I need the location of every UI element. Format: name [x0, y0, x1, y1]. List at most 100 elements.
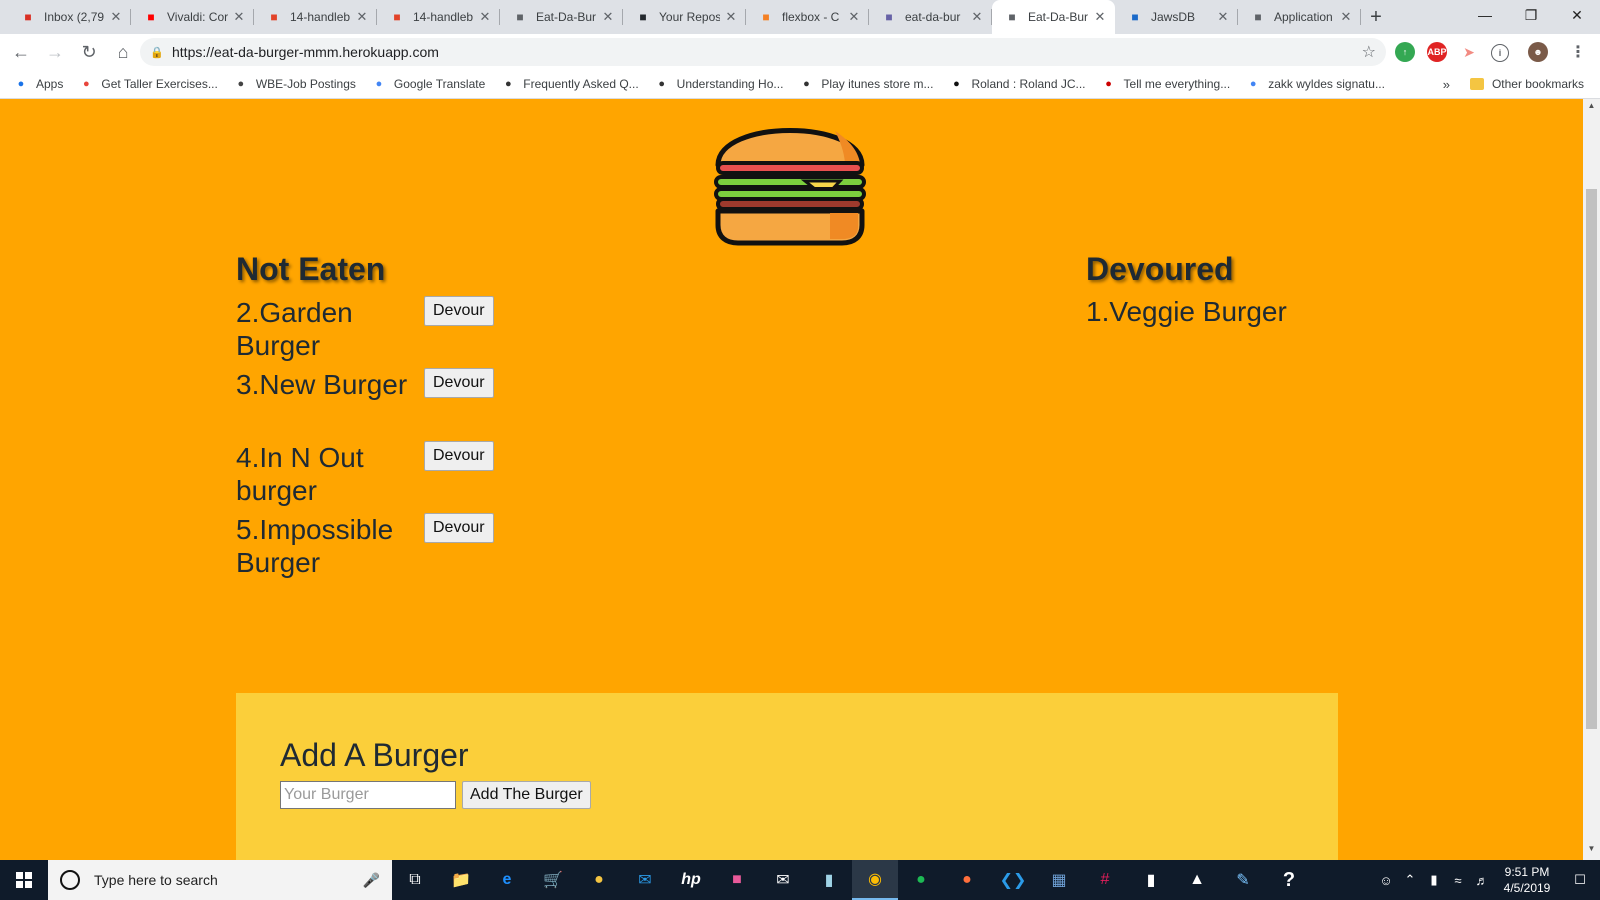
bookmark-item[interactable]: ● Play itunes store m...	[791, 77, 941, 91]
page-content: Not Eaten Devoured 2.Garden Burger Devour…	[0, 99, 1583, 860]
browser-tab[interactable]: ■ Your Repos ✕	[623, 0, 746, 34]
wifi-icon[interactable]: ≈	[1446, 873, 1470, 888]
tab-close-icon[interactable]: ✕	[1339, 9, 1353, 25]
home-icon[interactable]: ⌂	[106, 35, 140, 69]
extension-green-icon[interactable]: ↑	[1395, 42, 1415, 62]
reload-icon[interactable]: ↻	[72, 35, 106, 69]
devour-button[interactable]: Devour	[424, 368, 494, 398]
tab-close-icon[interactable]: ✕	[847, 9, 861, 25]
scroll-down-arrow-icon[interactable]: ▼	[1583, 844, 1600, 858]
vscode-icon[interactable]: ❮❯	[990, 860, 1036, 900]
new-tab-button[interactable]: +	[1361, 0, 1391, 34]
menu-kebab-icon[interactable]: ⋮	[1568, 42, 1588, 62]
devour-button[interactable]: Devour	[424, 441, 494, 471]
restore-icon[interactable]: ❐	[1508, 0, 1554, 30]
burger-name-input[interactable]	[280, 781, 456, 809]
bookmark-item[interactable]: ● Understanding Ho...	[647, 77, 792, 91]
bookmark-list: ● Apps ● Get Taller Exercises... ● WBE-Job Po…	[0, 77, 1393, 91]
bookmark-item[interactable]: ● Google Translate	[364, 77, 493, 91]
browser-tab[interactable]: ■ Vivaldi: Cor ✕	[131, 0, 254, 34]
devour-button[interactable]: Devour	[424, 296, 494, 326]
minimize-icon[interactable]: —	[1462, 0, 1508, 30]
apps-grid-icon: ●	[17, 78, 25, 90]
taskbar-search-box[interactable]: Type here to search 🎤	[48, 860, 392, 900]
tab-close-icon[interactable]: ✕	[232, 9, 246, 25]
bookmark-item[interactable]: ● Get Taller Exercises...	[71, 77, 225, 91]
tab-title: Vivaldi: Cor	[167, 10, 228, 24]
microphone-icon[interactable]: 🎤	[363, 872, 380, 889]
bookmark-item[interactable]: ● Apps	[6, 77, 71, 91]
browser-tab[interactable]: ■ eat-da-bur ✕	[869, 0, 992, 34]
tab-close-icon[interactable]: ✕	[1093, 9, 1107, 25]
people-icon[interactable]: ☺	[1374, 873, 1398, 888]
bookmark-item[interactable]: ● zakk wyldes signatu...	[1238, 77, 1393, 91]
paint-icon[interactable]: ✎	[1220, 860, 1266, 900]
windows-start-button[interactable]	[0, 860, 48, 900]
app-icon-3[interactable]: ■	[714, 860, 760, 900]
store-icon[interactable]: 🛒	[530, 860, 576, 900]
mail-icon[interactable]: ✉	[760, 860, 806, 900]
extension-circle-icon[interactable]: i	[1491, 44, 1509, 62]
bookmark-label: zakk wyldes signatu...	[1268, 77, 1385, 91]
browser-tab[interactable]: ■ Inbox (2,79 ✕	[8, 0, 131, 34]
bookmarks-overflow-button[interactable]: »	[1443, 70, 1450, 98]
close-window-icon[interactable]: ✕	[1554, 0, 1600, 30]
back-icon[interactable]: ←	[4, 35, 38, 69]
bookmark-label: Understanding Ho...	[676, 77, 784, 91]
tab-close-icon[interactable]: ✕	[109, 9, 123, 25]
help-icon[interactable]: ?	[1266, 860, 1312, 900]
browser-tab[interactable]: ■ 14-handleb ✕	[254, 0, 377, 34]
profile-avatar[interactable]: ☻	[1528, 42, 1548, 62]
browser-tab[interactable]: ■ Eat-Da-Bur ✕	[992, 0, 1115, 34]
other-bookmarks[interactable]: Other bookmarks	[1469, 70, 1584, 98]
add-burger-button[interactable]: Add The Burger	[462, 781, 591, 809]
spotify-icon[interactable]: ●	[898, 860, 944, 900]
tab-close-icon[interactable]: ✕	[601, 9, 615, 25]
app-icon-6[interactable]: ▦	[1036, 860, 1082, 900]
scroll-up-arrow-icon[interactable]: ▲	[1583, 101, 1600, 115]
clock[interactable]: 9:51 PM 4/5/2019	[1494, 864, 1560, 896]
scrollbar-thumb[interactable]	[1586, 189, 1597, 729]
github-icon: ■	[639, 10, 647, 24]
tab-close-icon[interactable]: ✕	[355, 9, 369, 25]
bookmark-item[interactable]: ● WBE-Job Postings	[226, 77, 364, 91]
browser-tab[interactable]: ■ Eat-Da-Bur ✕	[500, 0, 623, 34]
tab-close-icon[interactable]: ✕	[1216, 9, 1230, 25]
app-icon-5[interactable]: ●	[944, 860, 990, 900]
devour-button[interactable]: Devour	[424, 513, 494, 543]
extension-puzzle-icon[interactable]: ➤	[1459, 42, 1479, 62]
notifications-icon[interactable]: ☐	[1560, 872, 1600, 888]
volume-icon[interactable]: ♬	[1470, 873, 1494, 888]
file-explorer-icon[interactable]: 📁	[438, 860, 484, 900]
browser-tab[interactable]: ■ flexbox - C ✕	[746, 0, 869, 34]
tab-close-icon[interactable]: ✕	[724, 9, 738, 25]
url-text[interactable]: https://eat-da-burger-mmm.herokuapp.com	[172, 44, 1362, 60]
hp-icon[interactable]: hp	[668, 860, 714, 900]
chrome-icon[interactable]: ◉	[852, 860, 898, 900]
tray-chevron-icon[interactable]: ⌃	[1398, 872, 1422, 888]
app-icon-2[interactable]: ✉	[622, 860, 668, 900]
slack-icon[interactable]: #	[1082, 860, 1128, 900]
bookmark-item[interactable]: ● Tell me everything...	[1094, 77, 1239, 91]
burger-name: 3.New Burger	[236, 369, 408, 400]
gear-icon: ●	[1105, 78, 1112, 90]
app-icon-1[interactable]: ●	[576, 860, 622, 900]
task-view-icon[interactable]: ⧉	[392, 860, 438, 900]
tab-close-icon[interactable]: ✕	[478, 9, 492, 25]
terminal-icon[interactable]: ▮	[1128, 860, 1174, 900]
page-scrollbar[interactable]: ▲ ▼	[1583, 99, 1600, 860]
bookmark-item[interactable]: ● Roland : Roland JC...	[941, 77, 1093, 91]
browser-tab[interactable]: ■ JawsDB ✕	[1115, 0, 1238, 34]
adblock-icon[interactable]: ABP	[1427, 42, 1447, 62]
app-icon-4[interactable]: ▮	[806, 860, 852, 900]
battery-icon[interactable]: ▮	[1422, 872, 1446, 888]
browser-tab[interactable]: ■ Application ✕	[1238, 0, 1361, 34]
forward-icon[interactable]: →	[38, 35, 72, 69]
tab-close-icon[interactable]: ✕	[970, 9, 984, 25]
bookmark-star-icon[interactable]: ☆	[1362, 42, 1376, 62]
address-bar[interactable]: 🔒 https://eat-da-burger-mmm.herokuapp.co…	[140, 38, 1386, 66]
photos-icon[interactable]: ▲	[1174, 860, 1220, 900]
bookmark-item[interactable]: ● Frequently Asked Q...	[493, 77, 646, 91]
browser-tab[interactable]: ■ 14-handleb ✕	[377, 0, 500, 34]
edge-icon[interactable]: e	[484, 860, 530, 900]
